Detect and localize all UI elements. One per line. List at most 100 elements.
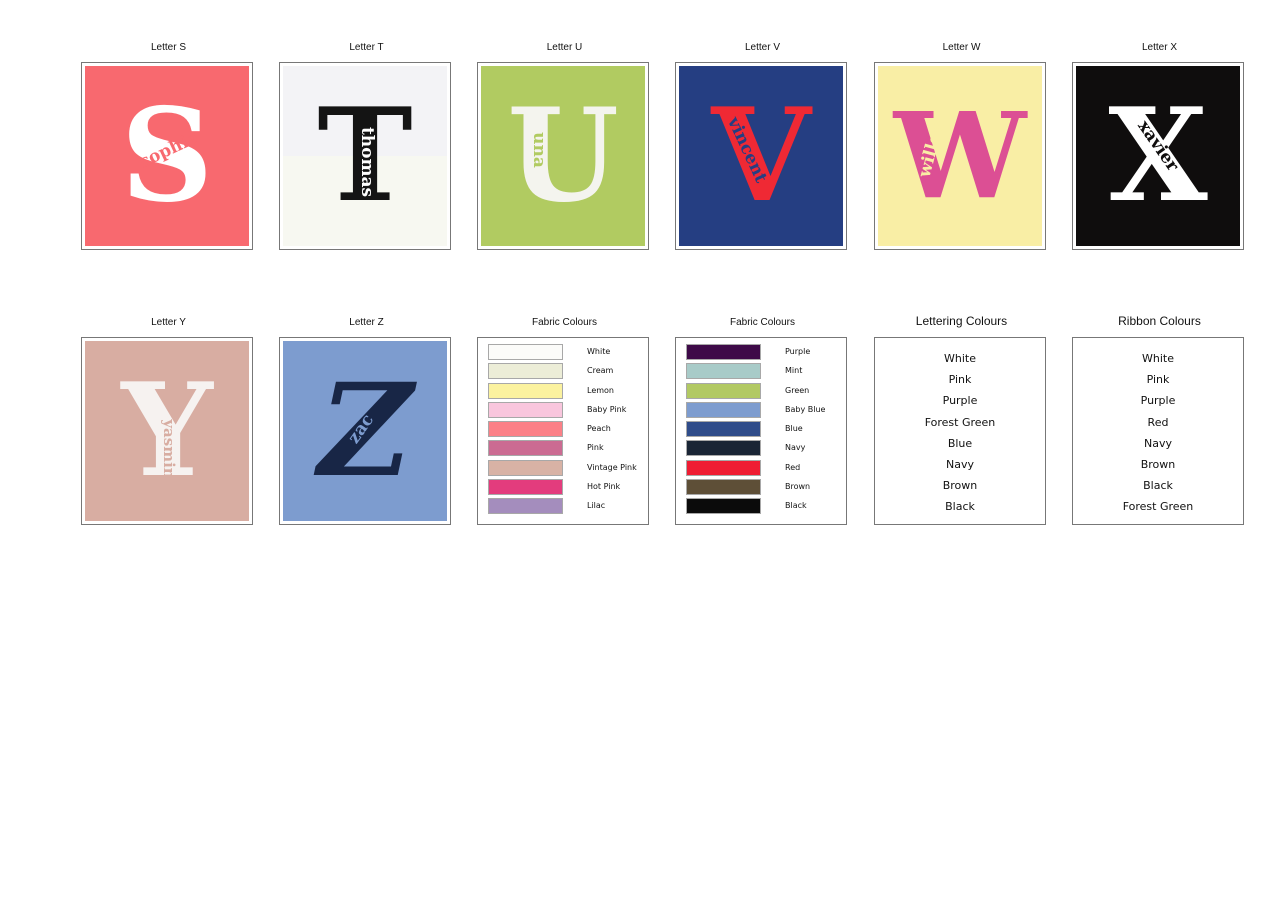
colour-swatch <box>488 382 563 399</box>
letter-y-canvas: Y yasmin <box>85 341 249 521</box>
lettering-colours-title: Lettering Colours <box>915 314 1008 328</box>
colour-swatch <box>686 401 761 418</box>
colour-swatch <box>488 401 563 418</box>
colour-name-item: Purple <box>1140 394 1176 408</box>
colour-swatch-row: Lemon <box>488 382 642 401</box>
colour-swatch-row: Blue <box>686 420 840 439</box>
colour-swatch-label: Black <box>785 501 807 511</box>
colour-swatch-row: Purple <box>686 343 840 362</box>
colour-swatch-label: Cream <box>587 366 614 376</box>
colour-swatch <box>488 498 563 515</box>
letter-v-canvas: V vincent <box>679 66 843 246</box>
lettering-colours-list: White Pink Purple Forest Green Blue Navy Brown… <box>875 348 1045 518</box>
colour-swatch-row: Baby Pink <box>488 401 642 420</box>
letter-s-canvas: S sophie <box>85 66 249 246</box>
ribbon-colours-list: White Pink Purple Red Navy Brown Black Forest G… <box>1073 348 1243 518</box>
colour-swatch <box>686 479 761 496</box>
colour-swatch-row: Lilac <box>488 497 642 516</box>
letter-t-name: thomas <box>357 126 377 198</box>
letter-x-canvas: X xavier <box>1076 66 1240 246</box>
letter-x-title: Letter X <box>1141 42 1178 53</box>
colour-swatch-row: Peach <box>488 420 642 439</box>
colour-swatch <box>488 479 563 496</box>
colour-name-item: Black <box>1143 479 1173 493</box>
colour-name-item: Brown <box>1140 457 1176 471</box>
colour-swatch-label: Brown <box>785 482 811 492</box>
fabric-colours-1-list: White Cream Lemon Baby Pink Peach Pink Vintage… <box>488 343 642 520</box>
colour-swatch-label: Pink <box>587 443 604 453</box>
letter-u-glyph: U <box>507 81 619 231</box>
ribbon-colours-title: Ribbon Colours <box>1118 314 1201 328</box>
colour-swatch-label: Green <box>785 385 810 395</box>
colour-name-item: Navy <box>1144 436 1172 450</box>
letter-y-name: yasmin <box>160 419 178 479</box>
letter-u-frame: U una <box>477 62 649 250</box>
colour-swatch-row: Red <box>686 459 840 478</box>
letter-t-canvas: T thomas <box>283 66 447 246</box>
letter-w-canvas: W willow <box>878 66 1042 246</box>
colour-swatch-label: Vintage Pink <box>587 462 637 472</box>
colour-swatch-label: Peach <box>587 424 611 434</box>
colour-name-item: Pink <box>1146 373 1170 387</box>
colour-swatch-row: Navy <box>686 439 840 458</box>
colour-swatch-row: Black <box>686 497 840 516</box>
colour-swatch-label: Hot Pink <box>587 482 621 492</box>
letter-y-frame: Y yasmin <box>81 337 253 525</box>
letter-v-frame: V vincent <box>675 62 847 250</box>
colour-swatch-row: Vintage Pink <box>488 459 642 478</box>
colour-swatch-label: Baby Pink <box>587 404 627 414</box>
fabric-colours-2-title: Fabric Colours <box>729 317 796 328</box>
letter-s-frame: S sophie <box>81 62 253 250</box>
letter-s-title: Letter S <box>150 42 187 53</box>
colour-swatch-label: Mint <box>785 366 803 376</box>
lettering-colours-frame: White Pink Purple Forest Green Blue Navy Brown… <box>874 337 1046 525</box>
colour-swatch-row: Hot Pink <box>488 478 642 497</box>
colour-swatch <box>488 344 563 360</box>
colour-name-item: White <box>944 352 976 365</box>
colour-swatch-row: Baby Blue <box>686 401 840 420</box>
colour-swatch-row: Pink <box>488 439 642 458</box>
letter-z-frame: Z zac <box>279 337 451 525</box>
colour-swatch <box>686 498 761 515</box>
colour-name-item: Navy <box>946 457 974 471</box>
letter-v-title: Letter V <box>744 42 781 53</box>
letter-u-name: una <box>529 132 549 168</box>
fabric-colours-2-frame: Purple Mint Green Baby Blue Blue Navy Red Brown… <box>675 337 847 525</box>
colour-name-item: Purple <box>942 394 978 408</box>
letter-y-title: Letter Y <box>151 317 186 328</box>
colour-swatch-label: Baby Blue <box>785 404 826 414</box>
ribbon-colours-frame: White Pink Purple Red Navy Brown Black Forest G… <box>1072 337 1244 525</box>
colour-name-item: Brown <box>942 479 978 493</box>
colour-swatch-row: Mint <box>686 362 840 381</box>
colour-name-item: Red <box>1147 415 1169 429</box>
colour-name-item: Pink <box>948 373 972 387</box>
letter-w-glyph: W <box>893 86 1027 225</box>
colour-swatch <box>488 363 563 380</box>
colour-swatch <box>686 344 761 360</box>
colour-name-item: Black <box>945 500 975 514</box>
letter-u-canvas: U una <box>481 66 645 246</box>
colour-swatch-label: Purple <box>785 347 811 356</box>
letter-z-title: Letter Z <box>349 317 384 328</box>
colour-swatch <box>488 440 563 457</box>
letter-z-canvas: Z zac <box>283 341 447 521</box>
letter-w-title: Letter W <box>942 42 981 53</box>
colour-swatch <box>488 421 563 438</box>
colour-swatch <box>686 421 761 438</box>
colour-swatch-row: Cream <box>488 362 642 381</box>
colour-swatch-label: Lemon <box>587 385 614 395</box>
colour-swatch-label: Lilac <box>587 501 606 511</box>
colour-swatch <box>686 382 761 399</box>
letter-w-frame: W willow <box>874 62 1046 250</box>
letter-t-frame: T thomas <box>279 62 451 250</box>
colour-name-item: White <box>1142 352 1174 365</box>
fabric-colours-2-list: Purple Mint Green Baby Blue Blue Navy Red Brown… <box>686 343 840 520</box>
colour-swatch <box>686 459 761 476</box>
colour-swatch-label: White <box>587 347 611 356</box>
colour-swatch-label: Red <box>785 462 801 472</box>
colour-swatch <box>686 440 761 457</box>
colour-swatch <box>686 363 761 380</box>
letter-t-title: Letter T <box>349 42 384 53</box>
colour-swatch-row: Green <box>686 382 840 401</box>
colour-swatch-row: White <box>488 343 642 362</box>
